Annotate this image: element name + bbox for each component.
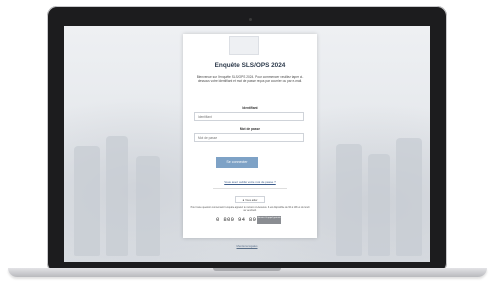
phone-badge: Service & appel gratuits <box>257 216 281 224</box>
page-title: Enquête SLS/OPS 2024 <box>214 62 286 69</box>
login-card: Enquête SLS/OPS 2024 Bienvenue sur l'enq… <box>183 34 317 238</box>
user-icon: ● <box>242 198 245 202</box>
background-figure <box>106 136 128 256</box>
laptop-notch <box>213 268 281 271</box>
password-input[interactable] <box>194 133 304 142</box>
divider <box>213 188 287 189</box>
forgot-password-link[interactable]: Vous avez oublié votre mot de passe ? <box>183 180 317 184</box>
password-label: Mot de passe <box>239 127 261 131</box>
laptop-screen: Enquête SLS/OPS 2024 Bienvenue sur l'enq… <box>64 26 430 262</box>
legal-link[interactable]: Mentions légales <box>64 244 430 248</box>
background-figure <box>396 138 422 256</box>
help-button[interactable]: ●Vous aider <box>235 196 265 203</box>
background-figure <box>136 156 160 256</box>
help-text: Pour toute question concernant l'enquête… <box>190 206 310 213</box>
background-figure <box>74 146 100 256</box>
background-figure <box>336 144 362 256</box>
identifier-input[interactable] <box>194 112 304 121</box>
help-button-label: Vous aider <box>245 199 258 202</box>
intro-text: Bienvenue sur l'enquête SLS/OPS 2024. Po… <box>196 75 304 84</box>
identifier-label: Identifiant <box>242 106 258 110</box>
logo <box>229 36 259 55</box>
webcam-icon <box>249 18 252 21</box>
background-figure <box>368 154 390 256</box>
login-button[interactable]: Se connecter <box>216 157 258 168</box>
